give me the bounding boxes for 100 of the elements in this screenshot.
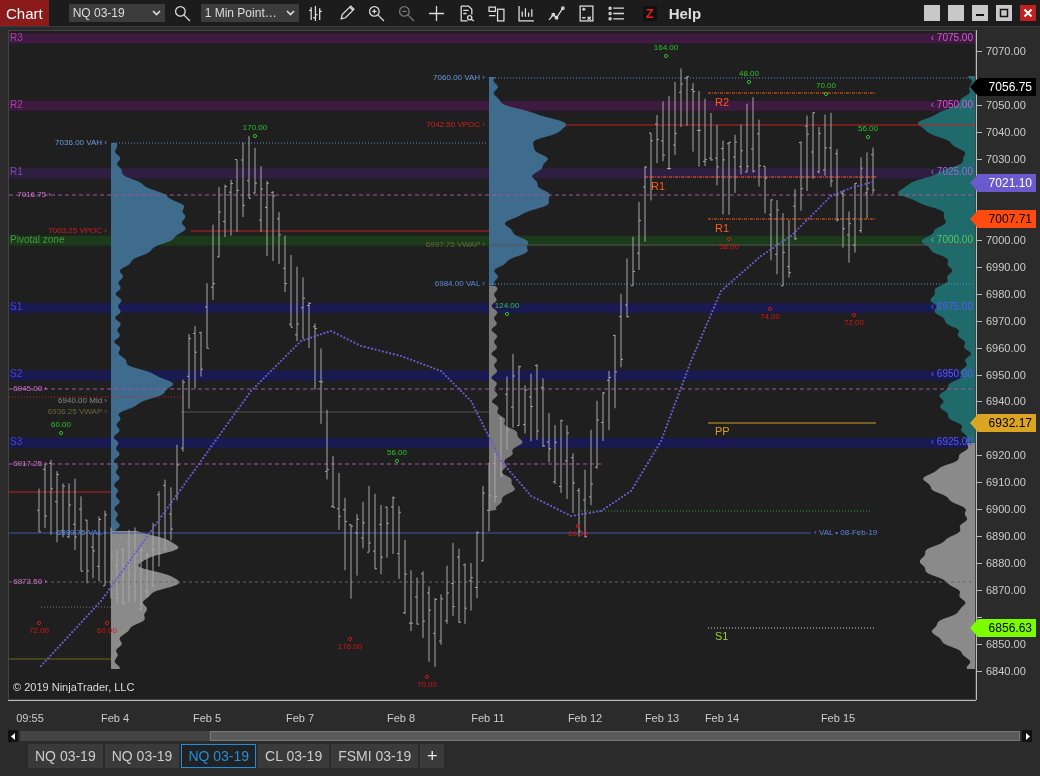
price-axis-label: 6900.00 — [986, 503, 1026, 516]
swing-marker — [424, 674, 430, 680]
profile-level-label: 6945.00 › — [13, 384, 47, 394]
profile-level-label: 6936.25 VWAP › — [47, 407, 107, 417]
time-axis-label: Feb 5 — [192, 712, 222, 724]
zone-price-label: ‹ 7050.00 — [930, 99, 973, 110]
chart-tab[interactable]: NQ 03-19 — [181, 744, 257, 768]
swing-label: 70.00 — [816, 81, 836, 91]
zone-price-label: ‹ 7000.00 — [930, 234, 973, 245]
zone-label: S1 — [10, 302, 23, 313]
profile-level-label: 6997.75 VWAP › — [425, 240, 485, 250]
time-axis-label: 09:55 — [16, 712, 44, 724]
swing-label: 48.00 — [739, 69, 759, 79]
chart-title-button[interactable]: Chart — [0, 0, 49, 26]
swing-label: 58.00 — [719, 242, 739, 252]
zone-price-label: ‹ 6950.00 — [930, 369, 973, 380]
swing-marker — [726, 236, 732, 242]
price-tag: 7007.71 — [970, 210, 1036, 228]
swing-label: 72.00 — [844, 318, 864, 328]
instrument-dropdown[interactable]: NQ 03-19 — [68, 4, 165, 22]
swing-marker — [504, 311, 510, 317]
copyright-text: © 2019 NinjaTrader, LLC — [13, 681, 135, 693]
interval-dropdown[interactable]: 1 Min Point… — [200, 4, 299, 22]
price-axis-label: 6840.00 — [986, 665, 1026, 678]
swing-label: 170.00 — [242, 123, 268, 133]
pivot-label: R2 — [715, 96, 730, 108]
swing-label: 60.00 — [51, 420, 71, 430]
price-axis-label: 6870.00 — [986, 584, 1026, 597]
swing-marker — [851, 312, 857, 318]
zone-label: Pivotal zone — [10, 234, 65, 245]
swing-marker — [58, 430, 64, 436]
help-menu[interactable]: Help — [662, 3, 708, 23]
price-axis-label: 6890.00 — [986, 530, 1026, 543]
chart-tab[interactable]: NQ 03-19 — [28, 744, 103, 768]
price-axis-label: 6980.00 — [986, 287, 1026, 300]
swing-marker — [767, 306, 773, 312]
zone-label: R3 — [10, 32, 23, 43]
zone-price-label: ‹ 7075.00 — [930, 32, 973, 43]
zone-label: R2 — [10, 99, 23, 110]
price-tag: 6856.63 — [970, 619, 1036, 637]
zone-price-label: ‹ 6975.00 — [930, 302, 973, 313]
profile-level-label: 7036.00 VAH › — [55, 138, 107, 148]
profile-level-label: 7003.25 VPOC › — [48, 226, 107, 236]
time-axis-label: Feb 8 — [386, 712, 416, 724]
price-axis-label: 6910.00 — [986, 476, 1026, 489]
swing-label: 70.00 — [417, 680, 437, 690]
profile-level-label: 7060.00 VAH › — [433, 73, 485, 83]
price-axis-label: 6880.00 — [986, 557, 1026, 570]
swing-label: 66.00 — [568, 529, 588, 539]
swing-marker — [575, 523, 581, 529]
swing-label: 56.00 — [387, 448, 407, 458]
swing-label: 164.00 — [653, 43, 679, 53]
profile-level-label: 6940.00 Mid › — [58, 396, 107, 406]
chart-tab[interactable]: NQ 03-19 — [104, 744, 180, 768]
time-axis-label: Feb 12 — [567, 712, 603, 724]
chart-tab[interactable]: FSMI 03-19 — [331, 744, 419, 768]
swing-label: 124.00 — [494, 301, 520, 311]
swing-marker — [865, 134, 871, 140]
pivot-label: PP — [715, 425, 730, 437]
swing-marker — [394, 458, 400, 464]
z-button[interactable]: Z — [642, 5, 657, 21]
swing-marker — [347, 636, 353, 642]
chevron-down-icon[interactable] — [285, 10, 295, 16]
zone-label: R1 — [10, 167, 23, 178]
chart-tab[interactable]: CL 03-19 — [258, 744, 330, 768]
price-tag: 6932.17 — [970, 414, 1036, 432]
swing-label: 72.00 — [29, 626, 49, 636]
price-axis-label: 7050.00 — [986, 98, 1026, 111]
swing-marker — [252, 133, 258, 139]
price-axis-label: 6940.00 — [986, 395, 1026, 408]
add-tab-button[interactable]: + — [420, 744, 445, 768]
profile-level-label: 6899.75 VAL › — [56, 528, 107, 538]
time-axis-label: Feb 7 — [285, 712, 315, 724]
swing-label: 74.00 — [760, 312, 780, 322]
price-axis-label: 6970.00 — [986, 314, 1026, 327]
pivot-label: R1 — [715, 222, 730, 234]
profile-level-label: 6984.00 VAL › — [434, 279, 485, 289]
profile-level-label: ‹ VAL • 08-Feb-19 — [814, 528, 878, 538]
price-tag: 7021.10 — [970, 174, 1036, 192]
profile-level-label: 7016.75 › — [17, 190, 51, 200]
swing-marker — [104, 620, 110, 626]
swing-marker — [746, 79, 752, 85]
price-tag: 7056.75 — [970, 78, 1036, 96]
pivot-label: R1 — [651, 180, 666, 192]
profile-level-label: 7042.50 VPOC › — [426, 120, 485, 130]
swing-marker — [36, 620, 42, 626]
price-axis-label: 6990.00 — [986, 260, 1026, 273]
profile-level-label: 6873.50 › — [13, 577, 47, 587]
time-axis-label: Feb 13 — [644, 712, 680, 724]
pivot-label: S1 — [715, 630, 729, 642]
time-axis-label: Feb 4 — [100, 712, 130, 724]
zone-label: S3 — [10, 436, 23, 447]
chevron-down-icon[interactable] — [151, 10, 161, 16]
price-axis-label: 7030.00 — [986, 152, 1026, 165]
zone-label: S2 — [10, 369, 23, 380]
price-axis-label: 6920.00 — [986, 449, 1026, 462]
time-axis-label: Feb 15 — [820, 712, 856, 724]
swing-label: 176.00 — [337, 642, 363, 652]
scrollbar-thumb[interactable] — [210, 731, 1020, 741]
zone-price-label: ‹ 6925.00 — [930, 436, 973, 447]
